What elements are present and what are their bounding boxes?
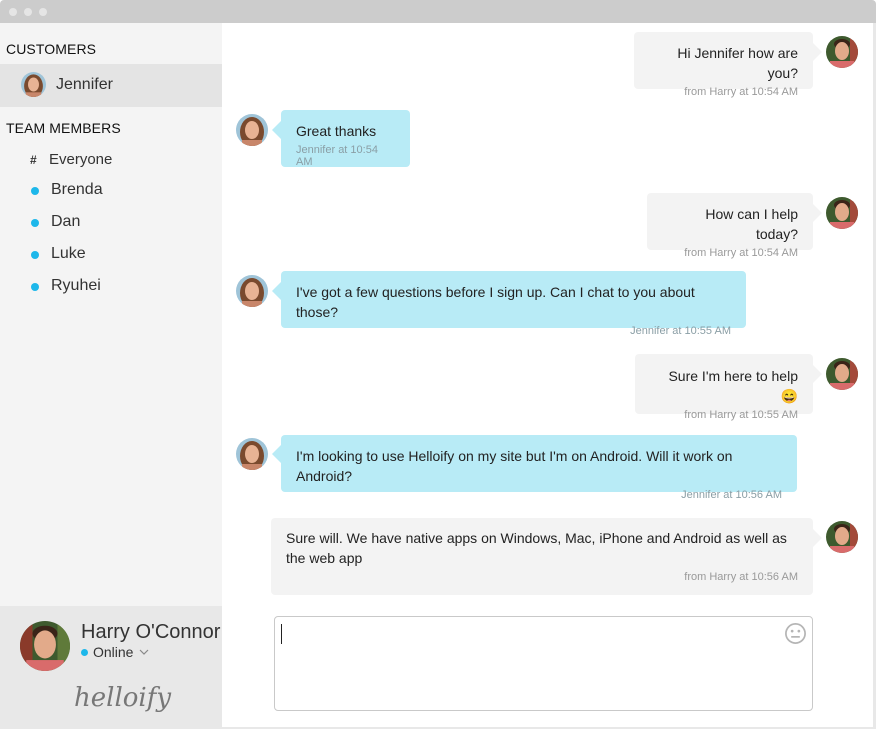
window-titlebar [0,0,876,23]
status-label: Online [93,644,134,660]
message-outgoing: Sure will. We have native apps on Window… [271,518,813,595]
svg-text:helloify: helloify [74,683,171,713]
jennifer-avatar [236,275,268,307]
team-member-label: Ryuhei [51,277,101,294]
bubble-tail [813,204,822,222]
message-meta: from Harry at 10:54 AM [684,247,798,259]
maximize-window-button[interactable] [39,8,47,16]
message-text: Sure I'm here to help 😄 [668,368,798,404]
online-status-icon [31,283,39,291]
bubble-tail [813,43,822,61]
team-item-brenda[interactable]: Brenda [0,176,222,204]
message-composer[interactable] [274,616,813,711]
message-meta: from Harry at 10:55 AM [684,409,798,421]
message-text: Sure will. We have native apps on Window… [286,530,787,566]
jennifer-avatar [21,72,46,97]
online-status-icon [31,219,39,227]
team-item-ryuhei[interactable]: Ryuhei [0,272,222,300]
status-dropdown[interactable]: Online [81,644,149,660]
message-outgoing: Sure I'm here to help 😄 from Harry at 10… [635,354,813,421]
message-text: Great thanks [296,123,377,139]
jennifer-avatar [236,114,268,146]
jennifer-avatar [236,438,268,470]
emoji-picker-icon[interactable] [784,622,807,645]
message-text: Hi Jennifer how are you? [677,45,798,81]
bubble-tail [272,121,281,139]
message-incoming: I've got a few questions before I sign u… [281,271,746,337]
message-text: I'm looking to use Helloify on my site b… [296,448,733,484]
message-meta: Jennifer at 10:56 AM [681,489,782,501]
harry-avatar [826,197,858,229]
message-meta: Jennifer at 10:54 AM [296,144,378,168]
hash-icon: # [30,153,37,167]
online-status-icon [31,187,39,195]
online-status-icon [31,251,39,259]
customer-item-jennifer[interactable]: Jennifer [0,64,222,107]
grinning-emoji-icon: 😄 [780,388,798,404]
user-name: Harry O'Connor [81,621,221,643]
team-member-label: Dan [51,213,81,230]
chevron-down-icon [140,649,149,655]
team-member-label: Everyone [49,151,113,168]
team-item-dan[interactable]: Dan [0,208,222,236]
harry-avatar [826,521,858,553]
helloify-logo: helloify [74,683,171,713]
bubble-tail [272,282,281,300]
customers-heading: CUSTOMERS [6,41,97,57]
message-meta: from Harry at 10:54 AM [684,86,798,98]
message-meta: from Harry at 10:56 AM [684,571,798,583]
close-window-button[interactable] [9,8,17,16]
message-outgoing: How can I help today? from Harry at 10:5… [647,193,813,259]
bubble-tail [813,365,822,383]
team-item-everyone[interactable]: # Everyone [0,146,222,174]
message-incoming: I'm looking to use Helloify on my site b… [281,435,797,501]
current-user-profile: Harry O'Connor Online helloify [0,606,222,727]
message-text: I've got a few questions before I sign u… [296,284,695,320]
harry-avatar [20,621,70,671]
team-members-heading: TEAM MEMBERS [6,120,121,136]
customer-name: Jennifer [56,76,113,93]
message-text: How can I help today? [705,206,798,242]
team-member-label: Luke [51,245,86,262]
harry-avatar [826,358,858,390]
minimize-window-button[interactable] [24,8,32,16]
text-caret [281,624,282,644]
message-input[interactable] [275,617,812,710]
team-member-label: Brenda [51,181,103,198]
bubble-tail [813,529,822,547]
harry-avatar [826,36,858,68]
bubble-tail [272,445,281,463]
message-meta: Jennifer at 10:55 AM [630,325,731,337]
message-incoming: Great thanks Jennifer at 10:54 AM [281,110,410,168]
online-status-icon [81,648,88,656]
message-outgoing: Hi Jennifer how are you? from Harry at 1… [634,32,813,98]
team-item-luke[interactable]: Luke [0,240,222,268]
